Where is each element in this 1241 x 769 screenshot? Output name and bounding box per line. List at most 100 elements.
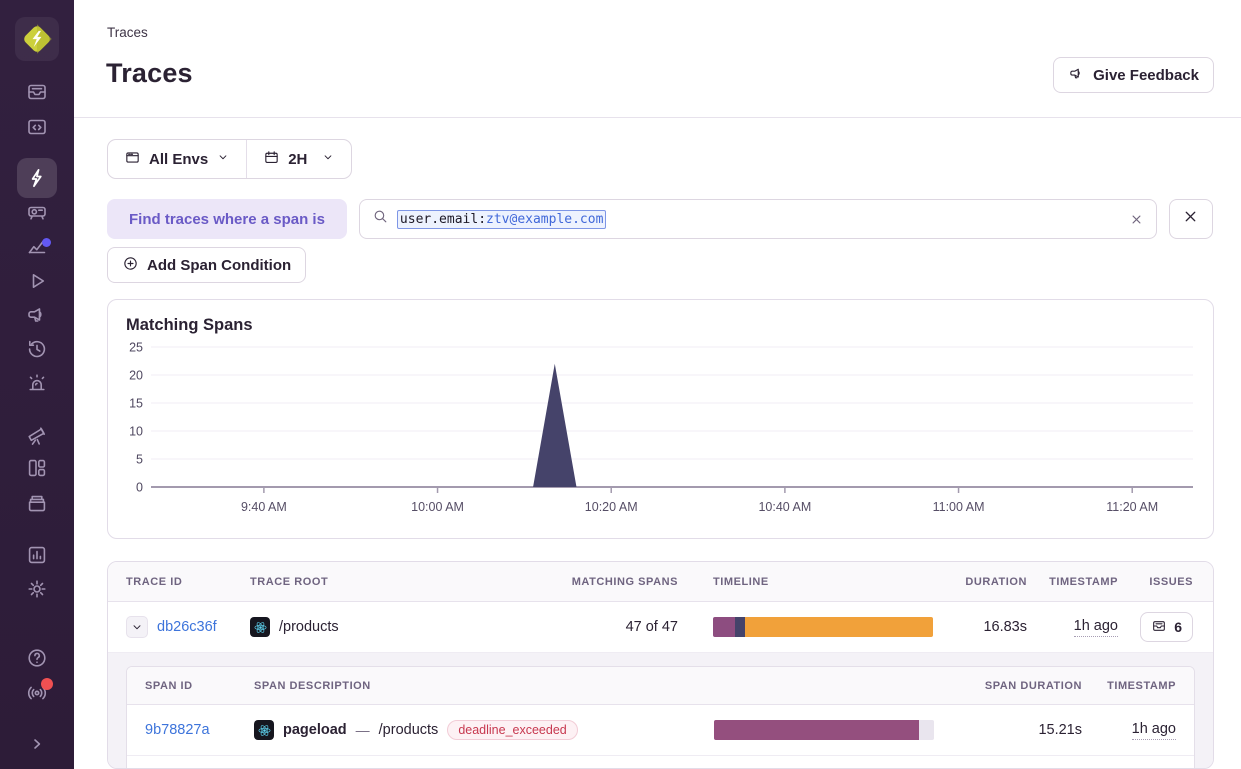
- issues-count: 6: [1174, 619, 1182, 635]
- megaphone-feedback-icon[interactable]: [25, 303, 49, 327]
- col-duration: DURATION: [941, 576, 1027, 588]
- calendar-icon: [263, 149, 280, 170]
- svg-text:9:40 AM: 9:40 AM: [241, 500, 287, 514]
- col-trace-root: TRACE ROOT: [250, 576, 561, 588]
- projector-replays-icon[interactable]: [25, 200, 49, 224]
- span-row: b7a7e441 http.server —: [127, 756, 1194, 769]
- main-area: Traces Traces Give Feedback All Envs: [74, 0, 1241, 769]
- svg-text:11:00 AM: 11:00 AM: [933, 500, 985, 514]
- svg-text:0: 0: [136, 481, 143, 495]
- svg-text:10:00 AM: 10:00 AM: [411, 500, 464, 514]
- span-condition-row: Find traces where a span is user.email:z…: [107, 199, 1214, 239]
- trace-timeline-bar: [713, 617, 933, 637]
- search-token-value: ztv@example.com: [486, 212, 603, 227]
- plus-circle-icon: [122, 255, 139, 276]
- col-span-description: SPAN DESCRIPTION: [254, 680, 679, 692]
- chevron-down-icon: [321, 150, 335, 168]
- trace-duration: 16.83s: [941, 619, 1027, 635]
- span-op: pageload: [283, 722, 347, 738]
- span-row: 9b78827a pageload — /products: [127, 705, 1194, 756]
- environment-value: All Envs: [149, 151, 208, 168]
- search-token-key: user.email:: [400, 212, 486, 227]
- col-timestamp: TIMESTAMP: [1027, 576, 1118, 588]
- traces-page: Traces Traces Give Feedback All Envs: [0, 0, 1241, 769]
- search-icon: [372, 208, 389, 230]
- span-duration: 15.21s: [942, 722, 1082, 738]
- whats-new-notification-dot: [41, 678, 53, 690]
- help-icon[interactable]: [25, 646, 49, 670]
- col-span-id: SPAN ID: [145, 680, 254, 692]
- lightning-traces-icon[interactable]: [17, 158, 57, 198]
- col-trace-id: TRACE ID: [126, 576, 250, 588]
- page-header: Traces Traces Give Feedback: [74, 0, 1241, 118]
- span-timestamp[interactable]: 1h ago: [1132, 720, 1176, 741]
- sentry-logo[interactable]: [15, 17, 59, 61]
- clear-search-icon[interactable]: [1129, 212, 1144, 227]
- col-matching-spans: MATCHING SPANS: [561, 576, 678, 588]
- spans-table-header: SPAN ID SPAN DESCRIPTION SPAN DURATION T…: [127, 667, 1194, 705]
- react-icon: [250, 617, 270, 637]
- play-releases-icon[interactable]: [25, 269, 49, 293]
- trace-issues-button[interactable]: 6: [1140, 612, 1193, 642]
- traces-table-header: TRACE ID TRACE ROOT MATCHING SPANS TIMEL…: [108, 562, 1213, 602]
- sidebar: [0, 0, 74, 769]
- condition-prefix-label: Find traces where a span is: [107, 199, 347, 239]
- chevron-down-icon: [216, 150, 230, 168]
- col-timeline: TIMELINE: [678, 576, 941, 588]
- expanded-trace-spans: SPAN ID SPAN DESCRIPTION SPAN DURATION T…: [108, 653, 1213, 769]
- svg-text:25: 25: [129, 341, 143, 355]
- matching-spans-count: 47 of 47: [561, 619, 678, 635]
- siren-alerts-icon[interactable]: [25, 371, 49, 395]
- insights-notification-dot: [42, 238, 51, 247]
- span-id-link[interactable]: 9b78827a: [145, 722, 210, 738]
- trace-root-name: /products: [279, 619, 339, 635]
- spans-table: SPAN ID SPAN DESCRIPTION SPAN DURATION T…: [126, 666, 1195, 769]
- date-range-value: 2H: [288, 151, 307, 168]
- megaphone-icon: [1068, 65, 1085, 86]
- give-feedback-button[interactable]: Give Feedback: [1053, 57, 1214, 93]
- svg-text:11:20 AM: 11:20 AM: [1106, 500, 1158, 514]
- content: All Envs 2H Find tr: [74, 118, 1241, 769]
- telescope-discover-icon[interactable]: [25, 423, 49, 447]
- window-icon: [124, 149, 141, 170]
- inbox-issues-icon: [1151, 618, 1167, 637]
- trace-row: db26c36f /products 47 of 47: [108, 602, 1213, 653]
- col-issues: ISSUES: [1118, 576, 1193, 588]
- close-icon: [1182, 208, 1199, 230]
- add-span-condition-button[interactable]: Add Span Condition: [107, 247, 306, 283]
- svg-text:5: 5: [136, 453, 143, 467]
- span-timeline-bar: [714, 720, 934, 740]
- give-feedback-label: Give Feedback: [1093, 67, 1199, 84]
- svg-text:10:20 AM: 10:20 AM: [585, 500, 638, 514]
- span-search-input[interactable]: user.email:ztv@example.com: [359, 199, 1157, 239]
- inbox-issues-icon[interactable]: [25, 80, 49, 104]
- page-filter-bar: All Envs 2H: [107, 139, 352, 179]
- collapse-trace-button[interactable]: [126, 616, 148, 638]
- environment-selector[interactable]: All Envs: [108, 140, 246, 178]
- trace-timestamp[interactable]: 1h ago: [1074, 617, 1118, 638]
- search-token[interactable]: user.email:ztv@example.com: [397, 210, 607, 229]
- chevron-right-collapse-icon[interactable]: [25, 732, 49, 756]
- date-range-selector[interactable]: 2H: [247, 140, 351, 178]
- dashboard-icon[interactable]: [25, 456, 49, 480]
- react-icon: [254, 720, 274, 740]
- stats-icon[interactable]: [25, 543, 49, 567]
- col-span-timestamp: TIMESTAMP: [1082, 680, 1176, 692]
- clock-history-icon[interactable]: [25, 337, 49, 361]
- col-span-duration: SPAN DURATION: [942, 680, 1082, 692]
- svg-text:20: 20: [129, 369, 143, 383]
- code-explore-icon[interactable]: [25, 115, 49, 139]
- span-description: /products: [379, 722, 439, 738]
- archive-box-icon[interactable]: [25, 491, 49, 515]
- traces-table: TRACE ID TRACE ROOT MATCHING SPANS TIMEL…: [107, 561, 1214, 769]
- page-title: Traces: [106, 58, 193, 89]
- svg-text:10: 10: [129, 425, 143, 439]
- trace-id-link[interactable]: db26c36f: [157, 619, 217, 635]
- add-span-condition-label: Add Span Condition: [147, 257, 291, 274]
- breadcrumb[interactable]: Traces: [107, 25, 148, 40]
- matching-spans-panel: Matching Spans 05101520259:40 AM10:00 AM…: [107, 299, 1214, 539]
- matching-spans-chart: 05101520259:40 AM10:00 AM10:20 AM10:40 A…: [126, 338, 1193, 520]
- gear-settings-icon[interactable]: [25, 577, 49, 601]
- remove-condition-button[interactable]: [1169, 199, 1213, 239]
- chart-title: Matching Spans: [126, 316, 1195, 335]
